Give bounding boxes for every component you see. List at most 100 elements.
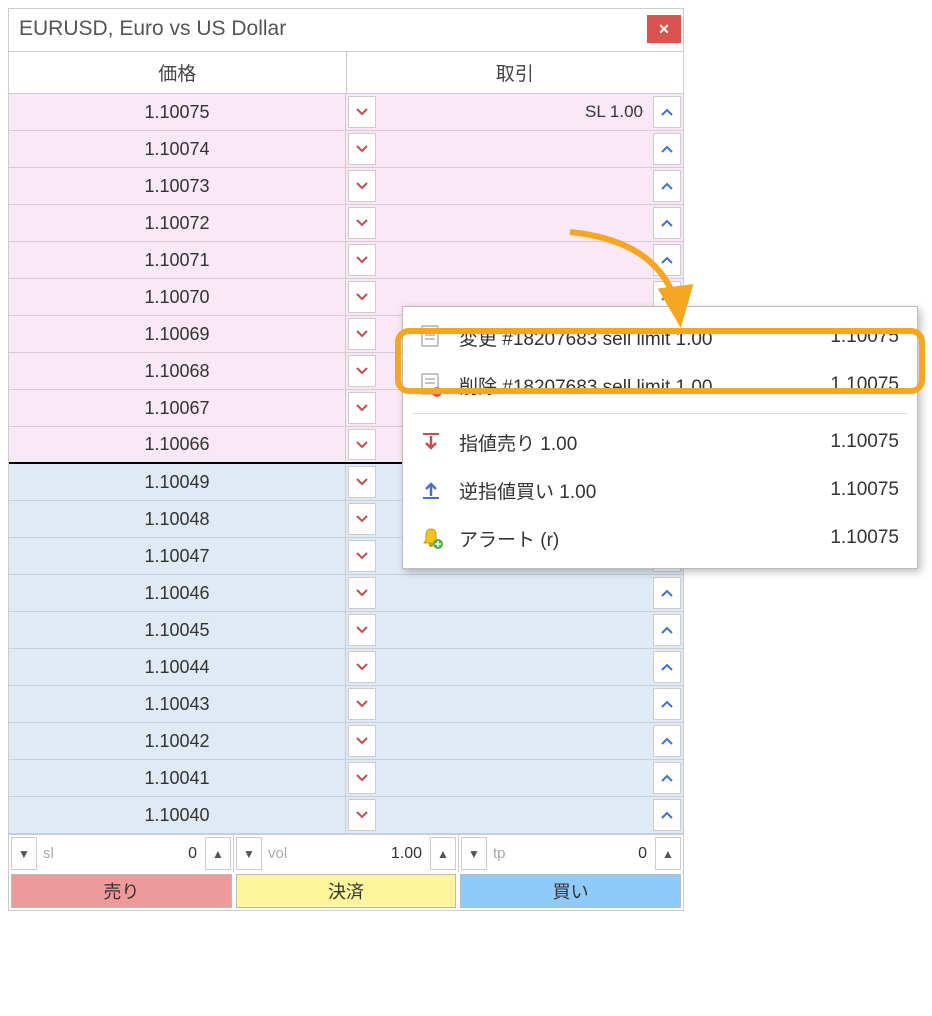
chevron-up-icon <box>661 293 673 301</box>
price-row[interactable]: 1.10072 <box>9 205 683 242</box>
sell-at-price-button[interactable] <box>348 799 376 831</box>
trade-label <box>378 168 651 204</box>
sell-at-price-button[interactable] <box>348 651 376 683</box>
chevron-up-icon <box>661 774 673 782</box>
price-row[interactable]: 1.10043 <box>9 686 683 723</box>
chevron-down-icon <box>356 219 368 227</box>
chevron-up-icon <box>661 219 673 227</box>
menu-item[interactable]: 指値売り 1.001.10075 <box>403 418 917 466</box>
trade-label <box>378 242 651 278</box>
bell-icon <box>417 524 445 552</box>
sell-at-price-button[interactable] <box>348 540 376 572</box>
trade-cell <box>346 575 683 611</box>
sell-at-price-button[interactable] <box>348 392 376 424</box>
price-row[interactable]: 1.10041 <box>9 760 683 797</box>
sl-decrement[interactable]: ▼ <box>11 837 37 870</box>
sl-increment[interactable]: ▲ <box>205 837 231 870</box>
menu-item[interactable]: アラート (r)1.10075 <box>403 514 917 562</box>
sell-at-price-button[interactable] <box>348 133 376 165</box>
buy-at-price-button[interactable] <box>653 799 681 831</box>
trade-label: SL 1.00 <box>378 94 651 130</box>
price-row[interactable]: 1.10040 <box>9 797 683 834</box>
sell-at-price-button[interactable] <box>348 244 376 276</box>
trade-label <box>378 760 651 796</box>
buy-at-price-button[interactable] <box>653 577 681 609</box>
buy-at-price-button[interactable] <box>653 96 681 128</box>
vol-increment[interactable]: ▲ <box>430 837 456 870</box>
buy-at-price-button[interactable] <box>653 207 681 239</box>
chevron-up-icon <box>661 663 673 671</box>
price-row[interactable]: 1.10074 <box>9 131 683 168</box>
trade-label <box>378 649 651 685</box>
buy-button[interactable]: 買い <box>460 874 681 908</box>
buy-at-price-button[interactable] <box>653 725 681 757</box>
chevron-down-icon <box>356 404 368 412</box>
chevron-down-icon <box>356 367 368 375</box>
tp-value[interactable]: 0 <box>508 837 653 870</box>
buy-at-price-button[interactable] <box>653 614 681 646</box>
sell-at-price-button[interactable] <box>348 614 376 646</box>
sell-at-price-button[interactable] <box>348 503 376 535</box>
tp-spinner: ▼ tp 0 ▲ <box>459 835 683 872</box>
sell-at-price-button[interactable] <box>348 207 376 239</box>
price-cell: 1.10040 <box>9 797 346 833</box>
menu-item-label: 逆指値買い 1.00 <box>459 477 816 504</box>
price-cell: 1.10048 <box>9 501 346 537</box>
titlebar: EURUSD, Euro vs US Dollar ✕ <box>9 9 683 52</box>
settle-button[interactable]: 決済 <box>236 874 457 908</box>
tp-decrement[interactable]: ▼ <box>461 837 487 870</box>
chevron-up-icon <box>661 626 673 634</box>
menu-item[interactable]: 逆指値買い 1.001.10075 <box>403 466 917 514</box>
sell-at-price-button[interactable] <box>348 577 376 609</box>
sl-value[interactable]: 0 <box>56 837 203 870</box>
tp-increment[interactable]: ▲ <box>655 837 681 870</box>
vol-decrement[interactable]: ▼ <box>236 837 262 870</box>
price-cell: 1.10041 <box>9 760 346 796</box>
chevron-down-icon <box>356 478 368 486</box>
price-row[interactable]: 1.10046 <box>9 575 683 612</box>
buy-at-price-button[interactable] <box>653 651 681 683</box>
price-cell: 1.10068 <box>9 353 346 389</box>
buy-at-price-button[interactable] <box>653 762 681 794</box>
price-row[interactable]: 1.10042 <box>9 723 683 760</box>
chevron-down-icon <box>356 774 368 782</box>
context-menu: 変更 #18207683 sell limit 1.001.10075削除 #1… <box>402 306 918 569</box>
sell-at-price-button[interactable] <box>348 96 376 128</box>
menu-item[interactable]: 削除 #18207683 sell limit 1.001.10075 <box>403 361 917 409</box>
price-cell: 1.10073 <box>9 168 346 204</box>
price-row[interactable]: 1.10044 <box>9 649 683 686</box>
buy-at-price-button[interactable] <box>653 170 681 202</box>
menu-item-label: 指値売り 1.00 <box>459 429 816 456</box>
trade-cell <box>346 649 683 685</box>
price-row[interactable]: 1.10045 <box>9 612 683 649</box>
buy-at-price-button[interactable] <box>653 244 681 276</box>
chevron-up-icon <box>661 108 673 116</box>
price-row[interactable]: 1.10071 <box>9 242 683 279</box>
sell-at-price-button[interactable] <box>348 725 376 757</box>
price-cell: 1.10049 <box>9 464 346 500</box>
sell-at-price-button[interactable] <box>348 318 376 350</box>
sell-at-price-button[interactable] <box>348 688 376 720</box>
sell-button[interactable]: 売り <box>11 874 232 908</box>
sell-at-price-button[interactable] <box>348 170 376 202</box>
price-cell: 1.10047 <box>9 538 346 574</box>
trade-label <box>378 686 651 722</box>
chevron-down-icon <box>356 330 368 338</box>
sell-at-price-button[interactable] <box>348 429 376 460</box>
sell-at-price-button[interactable] <box>348 762 376 794</box>
trade-cell <box>346 612 683 648</box>
menu-item[interactable]: 変更 #18207683 sell limit 1.001.10075 <box>403 313 917 361</box>
price-row[interactable]: 1.10073 <box>9 168 683 205</box>
buy-at-price-button[interactable] <box>653 688 681 720</box>
sell-at-price-button[interactable] <box>348 466 376 498</box>
close-button[interactable]: ✕ <box>647 15 681 43</box>
trade-label <box>378 723 651 759</box>
trade-cell <box>346 131 683 167</box>
vol-value[interactable]: 1.00 <box>289 837 428 870</box>
chevron-down-icon <box>356 589 368 597</box>
sell-at-price-button[interactable] <box>348 281 376 313</box>
price-row[interactable]: 1.10075SL 1.00 <box>9 94 683 131</box>
chevron-down-icon <box>356 663 368 671</box>
buy-at-price-button[interactable] <box>653 133 681 165</box>
sell-at-price-button[interactable] <box>348 355 376 387</box>
